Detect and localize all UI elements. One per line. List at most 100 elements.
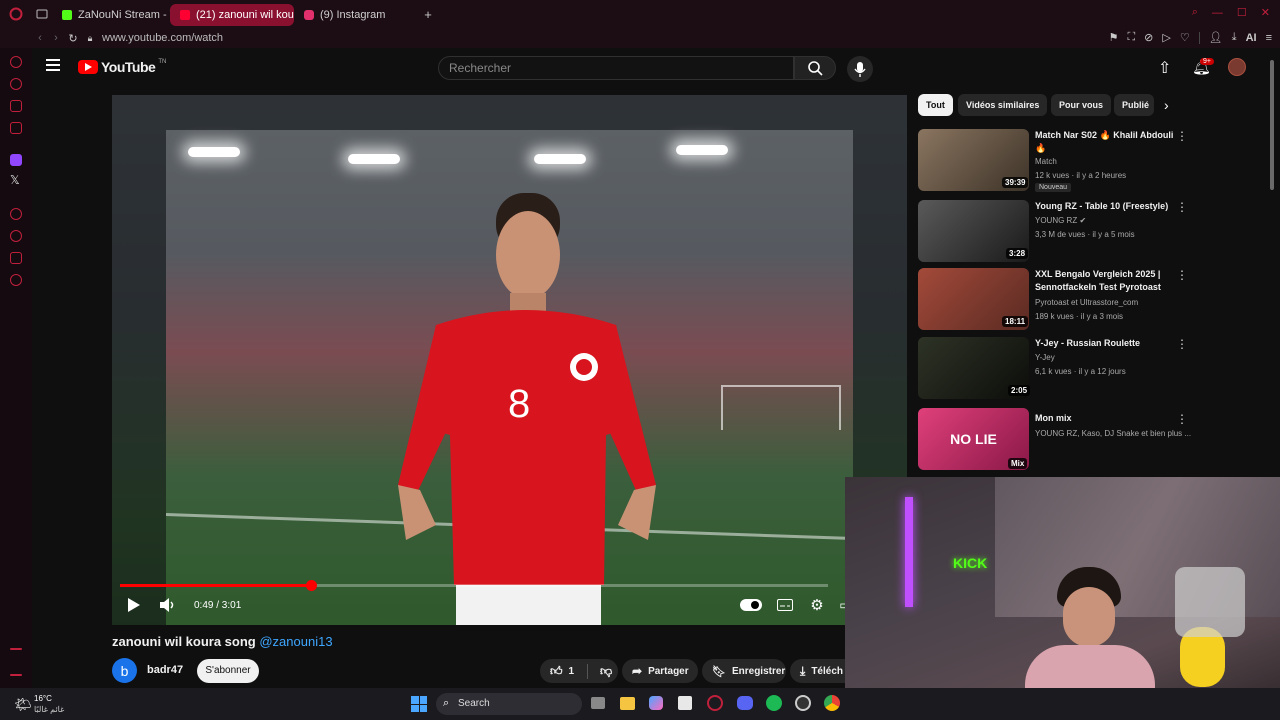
recommendation-channel[interactable]: Pyrotoast et Ultrasstore_com: [1035, 298, 1138, 307]
like-button[interactable]: 👍︎ 1: [540, 663, 588, 679]
account-avatar[interactable]: [1228, 58, 1246, 76]
create-upload-icon[interactable]: ⇧: [1158, 58, 1171, 78]
whatsapp-icon[interactable]: [10, 100, 22, 112]
back-icon[interactable]: ‹: [32, 32, 48, 44]
opera-taskbar-icon[interactable]: [707, 695, 723, 711]
player-icon[interactable]: [10, 208, 22, 220]
hamburger-menu-icon[interactable]: [46, 59, 60, 71]
recommendation-item[interactable]: NO LIE Mix Mon mix YOUNG RZ, Kaso, DJ Sn…: [918, 408, 1191, 474]
progress-bar[interactable]: [120, 580, 828, 591]
messenger-icon[interactable]: [10, 78, 22, 90]
reload-icon[interactable]: ↻: [64, 32, 82, 45]
channel-handle-link[interactable]: @zanouni13: [259, 634, 332, 649]
aria-icon[interactable]: [10, 56, 22, 68]
chip-all[interactable]: Tout: [918, 94, 953, 116]
download-icon[interactable]: ⤓: [1232, 31, 1237, 44]
search-button[interactable]: [794, 56, 836, 80]
more-options-icon[interactable]: ⋮: [1176, 200, 1188, 214]
recommendation-item[interactable]: 39:39 Match Nar S02 🔥 Khalil Abdouli 🔥 M…: [918, 129, 1188, 195]
share-button[interactable]: ➦ Partager: [622, 659, 698, 683]
recommendation-channel[interactable]: Y-Jey: [1035, 353, 1055, 362]
menu-icon[interactable]: ≡: [1266, 32, 1272, 44]
taskbar-search[interactable]: Search: [436, 693, 582, 715]
dislike-button[interactable]: 👎︎: [594, 664, 612, 679]
chip-related[interactable]: Vidéos similaires: [958, 94, 1048, 116]
discord-icon[interactable]: [737, 696, 753, 710]
recommendation-title[interactable]: Mon mix: [1035, 412, 1175, 425]
download-button[interactable]: ⤓ Téléch: [790, 659, 846, 683]
play-button[interactable]: [124, 595, 144, 615]
more-icon[interactable]: [10, 648, 22, 650]
forward-icon[interactable]: ›: [48, 32, 64, 44]
chip-recent[interactable]: Publié: [1114, 94, 1154, 116]
adblock-icon[interactable]: ⊘: [1144, 31, 1153, 44]
scrollbar[interactable]: [1270, 60, 1274, 190]
chrome-icon[interactable]: [824, 695, 840, 711]
x-icon[interactable]: 𝕏: [10, 173, 20, 187]
recommendation-title[interactable]: Young RZ - Table 10 (Freestyle): [1035, 200, 1175, 213]
chips-next-chevron-icon[interactable]: ›: [1164, 97, 1169, 113]
profile-icon[interactable]: 👤︎: [1209, 31, 1223, 44]
sidebar-dots-icon[interactable]: [10, 674, 22, 676]
url-field[interactable]: www.youtube.com/watch: [102, 32, 223, 44]
youtube-logo[interactable]: YouTube TN: [78, 59, 166, 75]
recommendation-title[interactable]: XXL Bengalo Vergleich 2025 | Sennotfacke…: [1035, 268, 1175, 294]
recommendation-item[interactable]: 18:11 XXL Bengalo Vergleich 2025 | Senno…: [918, 268, 1188, 334]
task-view-icon[interactable]: [591, 697, 605, 709]
history-icon[interactable]: [10, 230, 22, 242]
weather-icon[interactable]: 🌤︎: [14, 696, 32, 713]
recommendation-item[interactable]: 2:05 Y-Jey - Russian Roulette Y-Jey 6,1 …: [918, 337, 1188, 403]
channel-name[interactable]: badr47: [147, 664, 183, 676]
snapshot-icon[interactable]: ⛶: [1127, 31, 1135, 44]
new-tab-icon[interactable]: +: [418, 7, 438, 22]
opera-logo-icon[interactable]: [0, 0, 32, 28]
goal-net: [721, 385, 841, 430]
download-icon: ⤓: [800, 663, 806, 678]
search-tabs-icon[interactable]: ⌕: [1192, 6, 1198, 19]
heart-icon[interactable]: ♡: [1180, 31, 1190, 44]
maximize-icon[interactable]: ☐: [1237, 6, 1247, 19]
recommendation-channel[interactable]: Match: [1035, 157, 1057, 166]
recommendation-item[interactable]: 3:28 Young RZ - Table 10 (Freestyle) YOU…: [918, 200, 1188, 266]
extensions-icon[interactable]: [10, 252, 22, 264]
more-options-icon[interactable]: ⋮: [1176, 412, 1188, 426]
voice-search-button[interactable]: [847, 56, 873, 82]
play-icon[interactable]: ▷: [1162, 31, 1170, 44]
close-icon[interactable]: ✕: [1261, 6, 1270, 19]
tab-youtube[interactable]: (21) zanouni wil koura son: [170, 4, 294, 26]
store-icon[interactable]: [678, 696, 692, 710]
tab-overview-icon[interactable]: [32, 9, 52, 19]
tab-instagram[interactable]: (9) Instagram: [294, 4, 414, 26]
channel-avatar[interactable]: b: [112, 658, 137, 683]
subscribe-button[interactable]: S'abonner: [197, 659, 259, 683]
twitch-icon[interactable]: [10, 154, 22, 166]
recommendation-channel[interactable]: YOUNG RZ ✔: [1035, 216, 1086, 225]
chip-for-you[interactable]: Pour vous: [1051, 94, 1112, 116]
windows-start-icon[interactable]: [411, 696, 427, 712]
more-options-icon[interactable]: ⋮: [1176, 268, 1188, 282]
file-explorer-icon[interactable]: [620, 697, 635, 710]
autoplay-toggle[interactable]: [740, 599, 762, 611]
save-button[interactable]: 🔖︎ Enregistrer: [702, 659, 786, 683]
spotify-icon[interactable]: [766, 695, 782, 711]
settings-gear-icon[interactable]: ⚙︎: [808, 595, 826, 615]
video-frame[interactable]: 8: [166, 130, 853, 625]
minimize-icon[interactable]: —: [1212, 6, 1223, 19]
recommendation-title[interactable]: Y-Jey - Russian Roulette: [1035, 337, 1175, 350]
recommendation-title[interactable]: Match Nar S02 🔥 Khalil Abdouli 🔥: [1035, 129, 1175, 155]
instagram-sidebar-icon[interactable]: [10, 122, 22, 134]
ai-button[interactable]: AI: [1246, 32, 1257, 44]
video-title: zanouni wil koura song @zanouni13: [112, 634, 333, 649]
settings-icon[interactable]: [10, 274, 22, 286]
recommendation-channel[interactable]: YOUNG RZ, Kaso, DJ Snake et bien plus ..…: [1035, 429, 1191, 438]
subtitles-icon[interactable]: [776, 595, 794, 615]
volume-button[interactable]: [158, 595, 178, 615]
obs-icon[interactable]: [795, 695, 811, 711]
video-player[interactable]: 8 0:49 / 3:01 ⚙︎ ▭: [112, 95, 907, 625]
bookmark-icon[interactable]: ⚑: [1109, 31, 1119, 44]
tab-kick[interactable]: ZaNouNi Stream - Watch: [52, 4, 170, 26]
more-options-icon[interactable]: ⋮: [1176, 337, 1188, 351]
copilot-icon[interactable]: [649, 696, 663, 710]
search-input[interactable]: Rechercher: [438, 56, 794, 80]
more-options-icon[interactable]: ⋮: [1176, 129, 1188, 143]
